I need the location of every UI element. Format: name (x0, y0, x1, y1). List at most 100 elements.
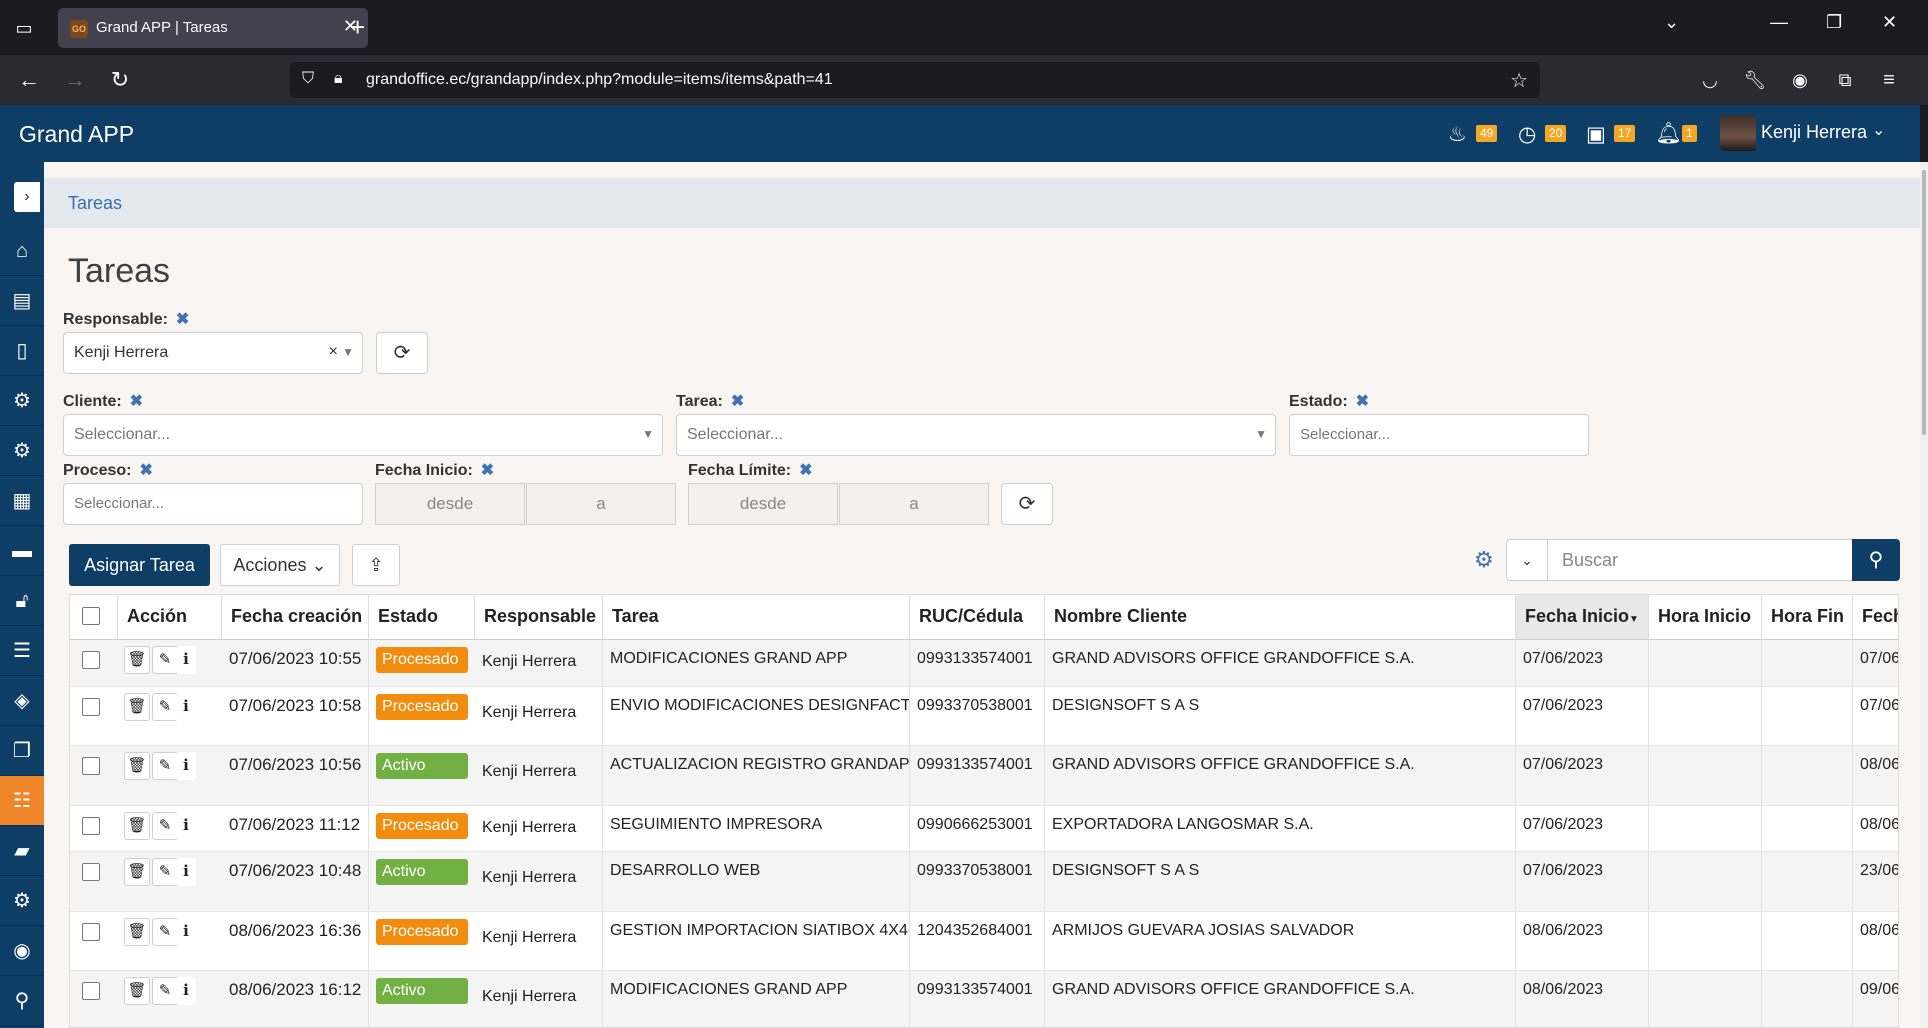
pin-icon[interactable]: ⚲ (0, 976, 44, 1026)
header-fecha-limite[interactable]: Fech (1853, 595, 1898, 640)
document-icon[interactable]: ▯ (0, 326, 44, 376)
birthday-cake-icon[interactable]: ♨ (1448, 122, 1467, 147)
edit-icon[interactable]: ✎ (152, 858, 178, 886)
header-estado[interactable]: Estado (369, 595, 475, 640)
url-text[interactable]: grandoffice.ec/grandapp/index.php?module… (366, 71, 833, 89)
clear-cliente-icon[interactable]: ✖ (130, 393, 143, 410)
wrench-icon[interactable]: 🔧︎ (1742, 67, 1768, 93)
clear-proceso-icon[interactable]: ✖ (139, 462, 152, 479)
fecha-limite-desde[interactable]: desde (688, 483, 838, 525)
header-fecha-inicio[interactable]: Fecha Inicio▼ (1516, 595, 1649, 640)
info-icon[interactable]: i (176, 977, 196, 1005)
row-checkbox[interactable] (82, 698, 100, 716)
clear-estado-icon[interactable]: ✖ (1356, 393, 1369, 410)
suitcase-icon[interactable]: ▣ (1586, 122, 1606, 147)
edit-icon[interactable]: ✎ (152, 918, 178, 946)
info-icon[interactable]: i (176, 646, 196, 674)
tarea-select[interactable]: Seleccionar... ▼ (676, 414, 1276, 456)
fecha-limite-hasta[interactable]: a (839, 483, 989, 525)
cube-icon[interactable]: ◈ (0, 676, 44, 726)
account-icon[interactable]: ◉ (1787, 67, 1813, 93)
clear-selection-icon[interactable]: × (329, 343, 338, 361)
clear-fecha-limite-icon[interactable]: ✖ (799, 462, 812, 479)
user-circle-icon[interactable]: ◉ (0, 926, 44, 976)
bookmark-star-icon[interactable]: ☆ (1510, 68, 1528, 93)
refresh-button[interactable]: ⟳ (376, 332, 428, 374)
home-icon[interactable]: ⌂ (0, 226, 44, 276)
cogs-icon[interactable]: ⚙ (0, 376, 44, 426)
edit-icon[interactable]: ✎ (152, 977, 178, 1005)
search-input[interactable]: Buscar (1547, 539, 1853, 581)
cliente-select[interactable]: Seleccionar... ▼ (63, 414, 663, 456)
edit-icon[interactable]: ✎ (152, 693, 178, 721)
refresh-dates-button[interactable]: ⟳ (1001, 483, 1053, 525)
fecha-inicio-desde[interactable]: desde (375, 483, 525, 525)
clear-fecha-inicio-icon[interactable]: ✖ (481, 462, 494, 479)
trash-icon[interactable]: 🗑︎ (124, 812, 150, 840)
row-checkbox[interactable] (82, 923, 100, 941)
info-icon[interactable]: i (176, 918, 196, 946)
row-checkbox[interactable] (82, 863, 100, 881)
folder-icon[interactable]: ▬ (0, 526, 44, 576)
close-window-icon[interactable]: ✕ (1882, 12, 1897, 33)
fecha-inicio-hasta[interactable]: a (526, 483, 676, 525)
header-nombre-cliente[interactable]: Nombre Cliente (1045, 595, 1516, 640)
header-hora-inicio[interactable]: Hora Inicio (1649, 595, 1762, 640)
gear-icon[interactable]: ⚙ (1474, 547, 1494, 573)
info-icon[interactable]: i (176, 812, 196, 840)
edit-icon[interactable]: ✎ (152, 646, 178, 674)
clock-icon[interactable]: ◷ (1518, 122, 1536, 147)
user-name[interactable]: Kenji Herrera (1761, 122, 1867, 143)
book-icon[interactable]: ▰ (0, 826, 44, 876)
edit-icon[interactable]: ✎ (152, 812, 178, 840)
header-accion[interactable]: Acción (118, 595, 222, 640)
tab-overflow-chevron-icon[interactable]: ⌄ (1664, 12, 1679, 33)
extensions-icon[interactable]: ⧉ (1832, 67, 1858, 93)
row-checkbox[interactable] (82, 651, 100, 669)
restore-icon[interactable]: ❐ (1826, 12, 1842, 33)
estado-select[interactable]: Seleccionar... (1289, 414, 1589, 456)
row-checkbox[interactable] (82, 982, 100, 1000)
url-bar[interactable]: ⛉ 🔒︎ grandoffice.ec/grandapp/index.php?m… (290, 62, 1540, 98)
edit-icon[interactable]: ✎ (152, 752, 178, 780)
row-checkbox[interactable] (82, 757, 100, 775)
cogs-icon[interactable]: ⚙ (0, 426, 44, 476)
bell-icon[interactable]: 🔔︎ (1655, 122, 1682, 146)
export-upload-icon[interactable]: ⇪ (352, 544, 400, 586)
search-filter-dropdown[interactable]: ⌄ (1506, 539, 1548, 581)
shield-icon[interactable]: ⛉ (302, 70, 314, 88)
clear-responsable-icon[interactable]: ✖ (176, 311, 189, 328)
header-fecha-creacion[interactable]: Fecha creación (222, 595, 369, 640)
header-hora-fin[interactable]: Hora Fin (1762, 595, 1853, 640)
avatar[interactable] (1720, 115, 1756, 151)
contact-book-icon[interactable]: ▦ (0, 476, 44, 526)
new-tab-icon[interactable]: + (350, 12, 365, 43)
pocket-icon[interactable]: ◡ (1697, 67, 1723, 93)
tasks-icon[interactable]: ☷ (0, 776, 44, 826)
trash-icon[interactable]: 🗑︎ (124, 693, 150, 721)
actions-dropdown[interactable]: Acciones ⌄ (220, 544, 340, 586)
trash-icon[interactable]: 🗑︎ (124, 646, 150, 674)
app-brand[interactable]: Grand APP (19, 121, 134, 148)
info-icon[interactable]: i (176, 858, 196, 886)
browser-tab[interactable]: GO Grand APP | Tareas ✕ (58, 8, 368, 48)
row-checkbox[interactable] (82, 817, 100, 835)
breadcrumb-tareas[interactable]: Tareas (68, 193, 122, 214)
trash-icon[interactable]: 🗑︎ (124, 858, 150, 886)
header-responsable[interactable]: Responsable (475, 595, 603, 640)
info-icon[interactable]: i (176, 693, 196, 721)
menu-icon[interactable]: ≡ (1876, 67, 1902, 93)
sidebar-toggle-icon[interactable]: › (14, 182, 40, 212)
lock-icon[interactable]: 🔒︎ (334, 70, 343, 88)
tab-list-icon[interactable]: ▭ (12, 16, 36, 40)
responsable-select[interactable]: Kenji Herrera × ▼ (63, 332, 363, 374)
copy-icon[interactable]: ❐ (0, 726, 44, 776)
forward-icon[interactable]: → (62, 67, 88, 93)
trash-icon[interactable]: 🗑︎ (124, 918, 150, 946)
clear-tarea-icon[interactable]: ✖ (731, 393, 744, 410)
database-icon[interactable]: ☰ (0, 626, 44, 676)
minimize-icon[interactable]: — (1770, 12, 1788, 33)
header-tarea[interactable]: Tarea (603, 595, 910, 640)
proceso-select[interactable]: Seleccionar... (63, 483, 363, 525)
back-icon[interactable]: ← (16, 67, 42, 93)
